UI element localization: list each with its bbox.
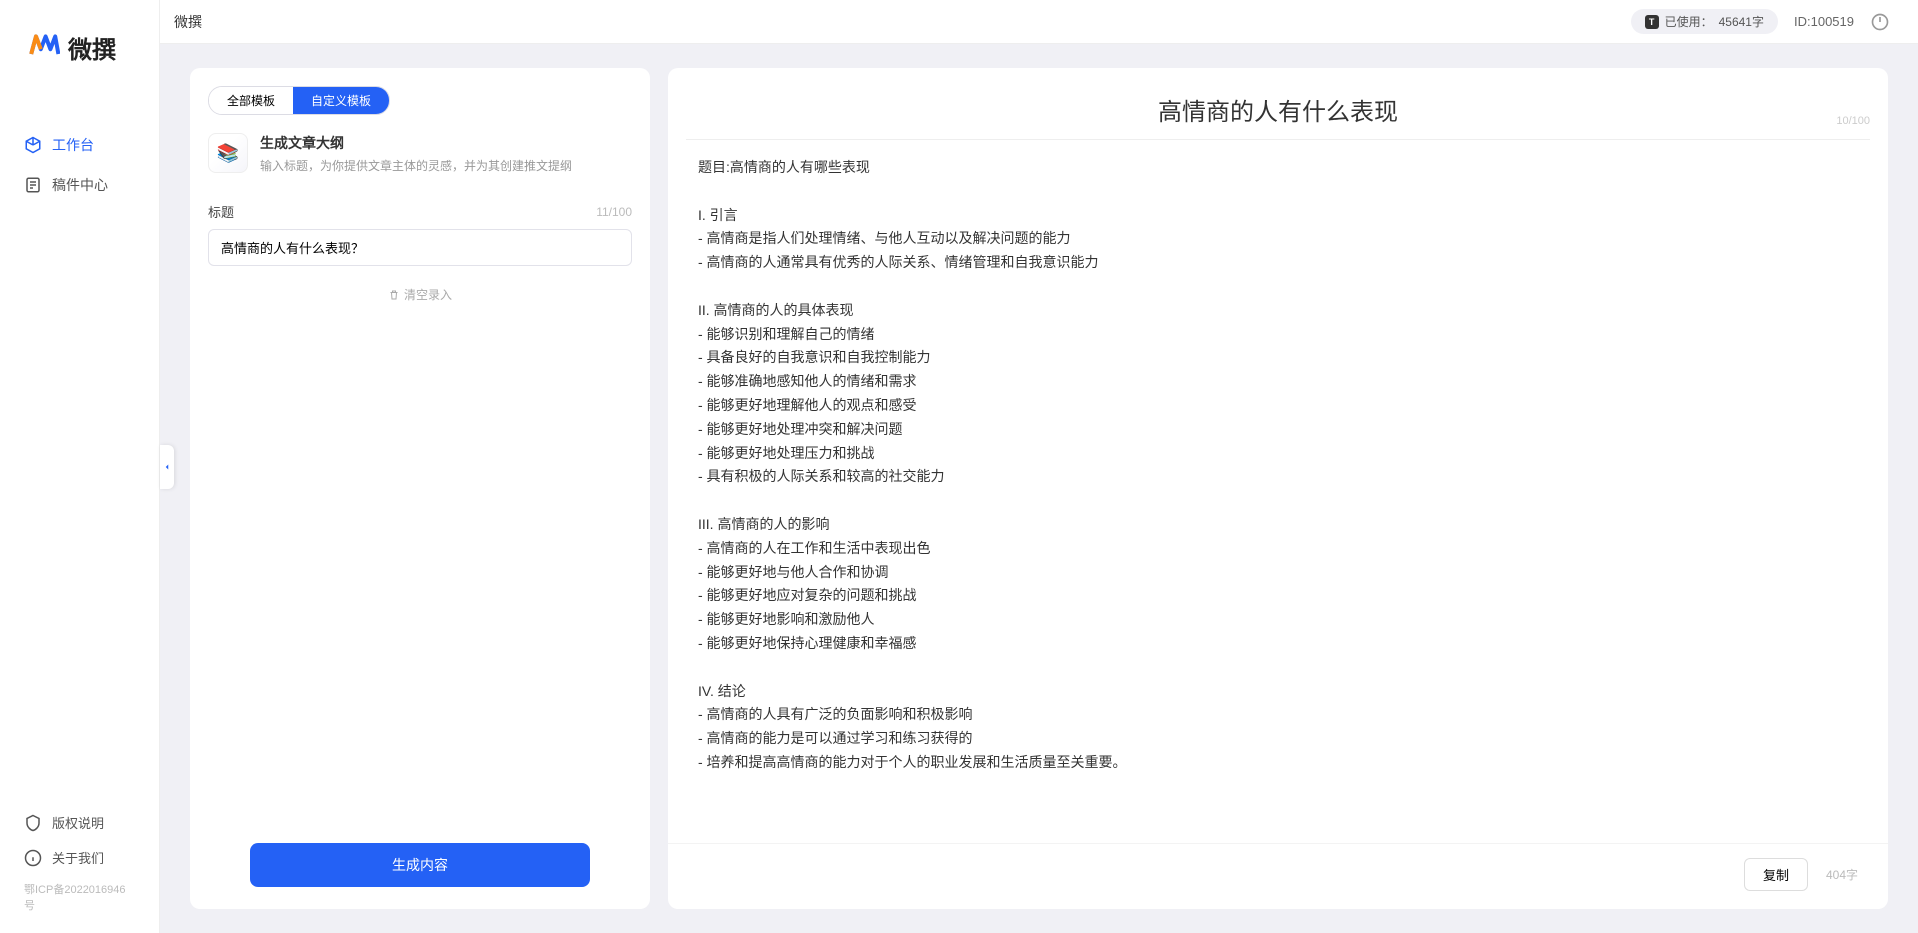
template-thumb-icon: 📚	[208, 133, 248, 173]
main-nav: 工作台 稿件中心	[0, 85, 159, 805]
title-field-label: 标题	[208, 202, 234, 221]
power-icon[interactable]	[1870, 12, 1890, 32]
text-icon: T	[1645, 15, 1659, 29]
sidebar-item-label: 工作台	[52, 135, 94, 155]
usage-label: 已使用：	[1665, 13, 1713, 30]
app-title: 微撰	[174, 12, 1615, 32]
doc-icon	[24, 176, 42, 194]
template-card: 📚 生成文章大纲 输入标题，为你提供文章主体的灵感，并为其创建推文提纲	[208, 133, 632, 174]
user-id: ID:100519	[1794, 14, 1854, 29]
logo-icon	[28, 30, 60, 65]
sidebar-item-copyright[interactable]: 版权说明	[0, 805, 159, 840]
input-panel: 全部模板 自定义模板 📚 生成文章大纲 输入标题，为你提供文章主体的灵感，并为其…	[190, 68, 650, 909]
template-tabs: 全部模板 自定义模板	[208, 86, 390, 115]
sidebar-bottom: 版权说明 关于我们 鄂ICP备2022016946号	[0, 805, 159, 933]
sidebar-item-drafts[interactable]: 稿件中心	[0, 165, 159, 205]
topbar: 微撰 T 已使用： 45641字 ID:100519	[160, 0, 1918, 44]
shield-icon	[24, 814, 42, 832]
chevron-left-icon	[162, 462, 172, 472]
logo: 微撰	[0, 0, 159, 85]
tab-custom-templates[interactable]: 自定义模板	[293, 87, 389, 114]
title-char-count: 11/100	[596, 205, 632, 219]
output-word-count: 404字	[1826, 866, 1858, 883]
cube-icon	[24, 136, 42, 154]
tab-all-templates[interactable]: 全部模板	[209, 87, 293, 114]
output-body[interactable]: 题目:高情商的人有哪些表现 I. 引言 - 高情商是指人们处理情绪、与他人互动以…	[668, 140, 1888, 843]
generate-button[interactable]: 生成内容	[250, 843, 590, 887]
template-desc: 输入标题，为你提供文章主体的灵感，并为其创建推文提纲	[260, 157, 572, 174]
output-title-counter: 10/100	[1836, 115, 1870, 127]
sidebar-item-label: 关于我们	[52, 848, 104, 867]
copy-button[interactable]: 复制	[1744, 858, 1808, 891]
usage-value: 45641字	[1719, 13, 1764, 30]
clear-input-button[interactable]: 清空录入	[208, 286, 632, 303]
output-title: 高情商的人有什么表现	[716, 92, 1840, 127]
trash-icon	[388, 289, 400, 301]
title-input[interactable]	[208, 229, 632, 266]
sidebar-item-workspace[interactable]: 工作台	[0, 125, 159, 165]
collapse-handle[interactable]	[160, 445, 174, 489]
icp-text: 鄂ICP备2022016946号	[0, 875, 159, 925]
sidebar: 微撰 工作台 稿件中心 版权说明 关于我们 鄂ICP备2022016946号	[0, 0, 160, 933]
info-icon	[24, 849, 42, 867]
logo-text: 微撰	[68, 30, 116, 65]
sidebar-item-about[interactable]: 关于我们	[0, 840, 159, 875]
sidebar-item-label: 稿件中心	[52, 175, 108, 195]
sidebar-item-label: 版权说明	[52, 813, 104, 832]
template-title: 生成文章大纲	[260, 133, 572, 153]
usage-badge: T 已使用： 45641字	[1631, 9, 1778, 34]
output-panel: 高情商的人有什么表现 10/100 题目:高情商的人有哪些表现 I. 引言 - …	[668, 68, 1888, 909]
